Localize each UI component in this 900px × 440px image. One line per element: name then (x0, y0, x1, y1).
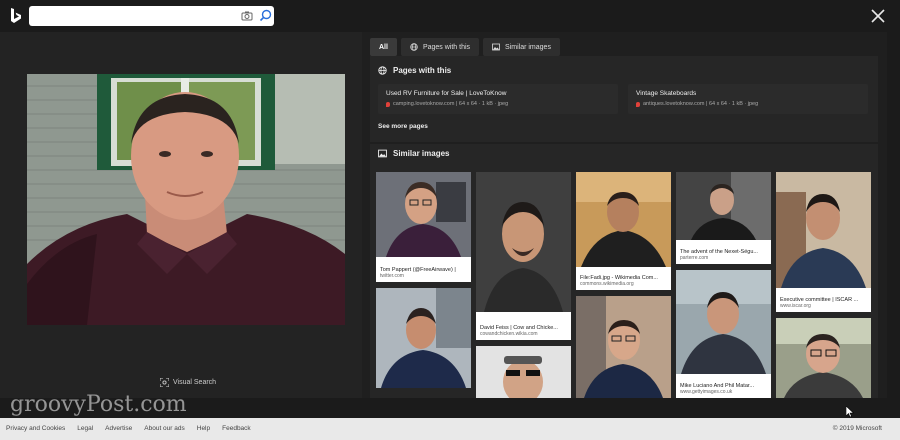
similar-image-tile[interactable]: Executive committee | ISCAR ... www.isca… (776, 172, 871, 312)
location-pin-icon (386, 101, 390, 107)
image-caption: File:Fadi.jpg - Wikimedia Com... commons… (576, 272, 671, 290)
tab-label: Pages with this (422, 43, 471, 51)
page-result-title: Used RV Furniture for Sale | LoveToKnow (386, 90, 507, 97)
similar-image-tile[interactable]: David Feiss | Cow and Chicke... cowandch… (476, 172, 571, 340)
similar-image-tile[interactable] (576, 296, 671, 398)
visual-search-button[interactable]: Visual Search (160, 378, 216, 387)
image-caption: The advent of the Nexet-Ségu... parterre… (676, 246, 771, 264)
image-viewer: Visual Search (0, 32, 362, 398)
search-icon[interactable] (259, 9, 272, 22)
watermark: groovyPost.com (10, 392, 187, 417)
page-result-meta: camping.lovetoknow.com | 64 x 64 · 1 kB … (386, 101, 508, 107)
page-result-card[interactable]: Used RV Furniture for Sale | LoveToKnow … (378, 84, 618, 114)
similar-image-tile[interactable]: The advent of the Nexet-Ségu... parterre… (676, 172, 771, 264)
similar-image-tile[interactable] (376, 288, 471, 388)
footer-link-about-ads[interactable]: About our ads (144, 425, 184, 432)
close-icon[interactable] (870, 8, 886, 24)
bing-logo-icon[interactable] (10, 7, 22, 25)
image-caption: Executive committee | ISCAR ... www.isca… (776, 294, 871, 312)
similar-image-tile[interactable] (476, 346, 571, 398)
similar-image-tile[interactable] (776, 318, 871, 398)
footer: Privacy and Cookies Legal Advertise Abou… (0, 418, 900, 440)
image-icon (492, 43, 500, 51)
search-input[interactable] (35, 8, 235, 24)
camera-icon[interactable] (241, 10, 253, 22)
visual-search-label: Visual Search (173, 379, 217, 386)
mouse-cursor-icon (846, 406, 854, 418)
tab-pages-with-this[interactable]: Pages with this (400, 38, 480, 56)
details-panel: All Pages with this Similar images Pages… (362, 32, 887, 398)
footer-link-advertise[interactable]: Advertise (105, 425, 132, 432)
location-pin-icon (636, 101, 640, 107)
search-box (29, 6, 274, 26)
page-result-meta: antiques.lovetoknow.com | 64 x 64 · 1 kB… (636, 101, 758, 107)
similar-images-grid: Tom Pappert (@FreeAirwave) | twitter.com… (376, 172, 876, 398)
tab-similar-images[interactable]: Similar images (483, 38, 560, 56)
similar-image-tile[interactable]: Tom Pappert (@FreeAirwave) | twitter.com (376, 172, 471, 282)
tab-label: All (379, 43, 388, 51)
image-caption: David Feiss | Cow and Chicke... cowandch… (476, 322, 571, 340)
footer-links: Privacy and Cookies Legal Advertise Abou… (6, 425, 251, 432)
footer-link-legal[interactable]: Legal (77, 425, 93, 432)
top-bar (0, 0, 900, 32)
page-result-card[interactable]: Vintage Skateboards antiques.lovetoknow.… (628, 84, 868, 114)
footer-link-feedback[interactable]: Feedback (222, 425, 251, 432)
section-heading: Pages with this (378, 66, 451, 75)
visual-search-icon (160, 378, 169, 387)
footer-link-help[interactable]: Help (197, 425, 210, 432)
tab-bar: All Pages with this Similar images (370, 38, 560, 56)
pages-with-this-section: Pages with this Used RV Furniture for Sa… (370, 56, 878, 142)
tab-all[interactable]: All (370, 38, 397, 56)
main-photo[interactable] (27, 74, 345, 325)
section-heading: Similar images (378, 149, 449, 158)
see-more-pages-link[interactable]: See more pages (378, 123, 428, 130)
similar-image-tile[interactable]: Mike Luciano And Phil Matar... www.getty… (676, 270, 771, 398)
globe-icon (378, 66, 387, 75)
image-caption: Mike Luciano And Phil Matar... www.getty… (676, 380, 771, 398)
image-icon (378, 149, 387, 158)
similar-image-tile[interactable]: File:Fadi.jpg - Wikimedia Com... commons… (576, 172, 671, 290)
copyright: © 2019 Microsoft (832, 425, 882, 432)
tab-label: Similar images (505, 43, 551, 51)
page-result-title: Vintage Skateboards (636, 90, 697, 97)
footer-link-privacy[interactable]: Privacy and Cookies (6, 425, 65, 432)
globe-icon (410, 43, 418, 51)
image-caption: Tom Pappert (@FreeAirwave) | twitter.com (376, 264, 471, 282)
